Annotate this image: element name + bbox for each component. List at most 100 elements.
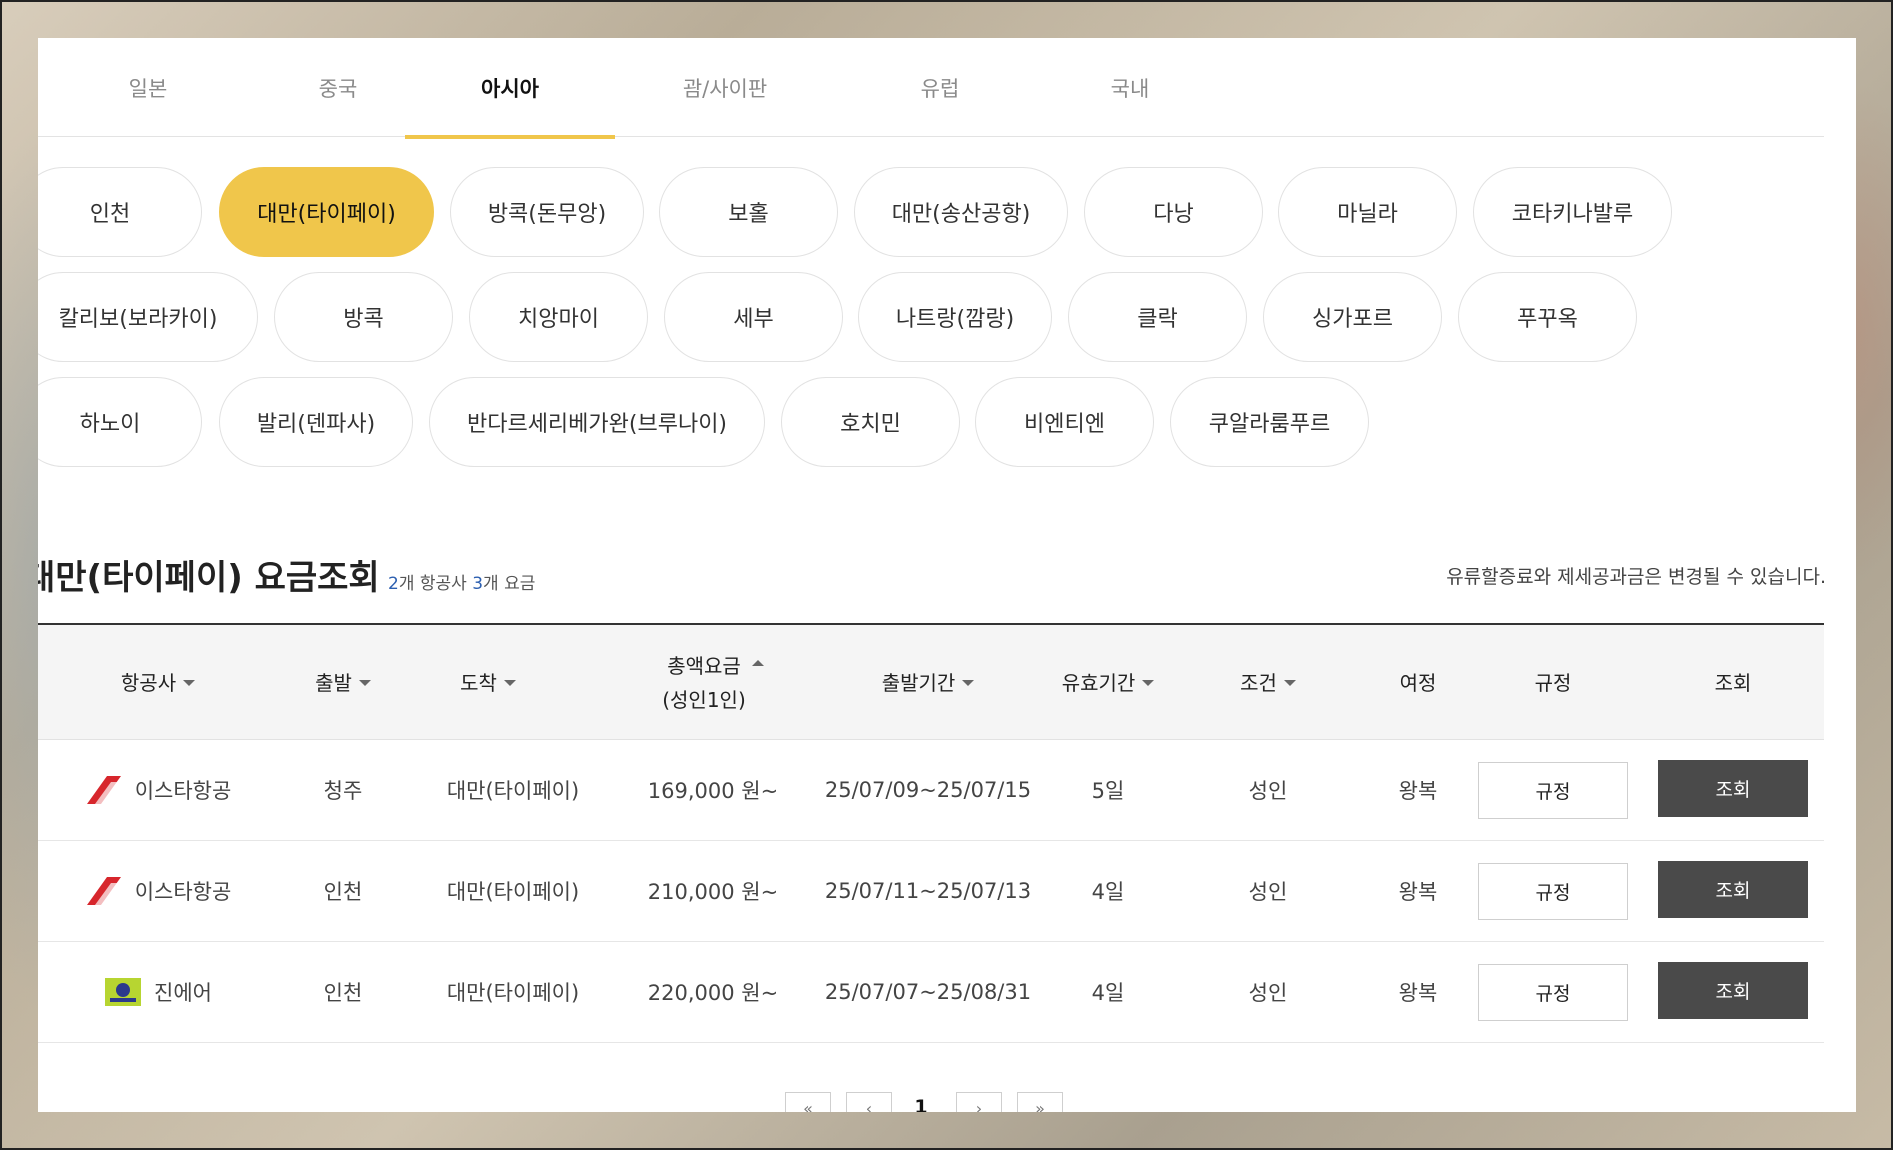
fare-cell: 169,000 원~ — [647, 779, 779, 803]
header-label: 조건 — [1240, 670, 1277, 695]
fare-panel: 일본 중국 아시아 괌/사이판 유럽 국내 인천 대만(타이페이) 방콕(돈무앙… — [38, 38, 1856, 1112]
condition-cell: 성인 — [1248, 981, 1288, 1005]
city-chip[interactable]: 싱가포르 — [1263, 272, 1442, 362]
departure-cell: 청주 — [323, 779, 363, 803]
total-fare-header: 총액요금 (성인1인) — [662, 649, 746, 717]
view-button[interactable]: 조회 — [1658, 962, 1808, 1019]
caret-down-icon — [1142, 679, 1155, 686]
header-label: 도착 — [460, 670, 497, 695]
city-chip[interactable]: 발리(덴파사) — [219, 377, 413, 467]
tab-domestic[interactable]: 국내 — [1025, 38, 1235, 137]
sort-validity[interactable]: 유효기간 — [1038, 625, 1178, 740]
sort-condition[interactable]: 조건 — [1208, 625, 1328, 740]
jin-air-logo-icon — [105, 978, 142, 1006]
fare-count-label: 개 요금 — [483, 574, 536, 594]
sort-airline[interactable]: 항공사 — [78, 625, 238, 740]
arrival-cell: 대만(타이페이) — [446, 779, 580, 803]
header-label: 유효기간 — [1061, 670, 1136, 695]
table-row: 이스타항공 청주 대만(타이페이) 169,000 원~ 25/07/09~25… — [38, 740, 1824, 841]
page-prev-button[interactable]: ‹ — [846, 1092, 892, 1112]
view-button[interactable]: 조회 — [1658, 861, 1808, 918]
fare-cell: 220,000 원~ — [647, 981, 779, 1005]
caret-down-icon — [962, 679, 975, 686]
caret-up-icon — [751, 659, 764, 666]
header-sublabel: (성인1인) — [662, 687, 746, 712]
city-chip[interactable]: 비엔티엔 — [975, 377, 1154, 467]
header-label: 항공사 — [120, 670, 177, 695]
city-chip[interactable]: 다낭 — [1084, 167, 1263, 257]
caret-down-icon — [503, 679, 516, 686]
rule-button[interactable]: 규정 — [1478, 863, 1628, 920]
page-last-button[interactable]: » — [1017, 1092, 1063, 1112]
airline-count-label: 개 항공사 — [398, 574, 473, 594]
page-first-button[interactable]: « — [785, 1092, 831, 1112]
sort-arrival[interactable]: 도착 — [433, 625, 543, 740]
city-chip[interactable]: 반다르세리베가완(브루나이) — [429, 377, 765, 467]
departure-cell: 인천 — [323, 981, 363, 1005]
page-next-button[interactable]: › — [956, 1092, 1002, 1112]
airline-name: 이스타항공 — [134, 880, 232, 904]
city-chip[interactable]: 마닐라 — [1278, 167, 1457, 257]
city-chip[interactable]: 방콕 — [274, 272, 453, 362]
fare-notice: 유류할증료와 제세공과금은 변경될 수 있습니다. — [1446, 566, 1826, 588]
table-row: 이스타항공 인천 대만(타이페이) 210,000 원~ 25/07/11~25… — [38, 841, 1824, 942]
sort-departure[interactable]: 출발 — [288, 625, 398, 740]
header-label: 출발기간 — [881, 670, 956, 695]
airline-cell: 진에어 — [78, 942, 238, 1042]
airline-cell: 이스타항공 — [78, 740, 238, 840]
fare-cell: 210,000 원~ — [647, 880, 779, 904]
tab-europe[interactable]: 유럽 — [835, 38, 1045, 137]
city-chip[interactable]: 푸꾸옥 — [1458, 272, 1637, 362]
city-chip[interactable]: 칼리보(보라카이) — [38, 272, 258, 362]
airline-count: 2 — [388, 574, 399, 594]
period-cell: 25/07/09~25/07/15 — [824, 778, 1032, 802]
city-chip[interactable]: 인천 — [38, 167, 202, 257]
tab-asia[interactable]: 아시아 — [405, 38, 615, 139]
city-chip[interactable]: 대만(송산공항) — [854, 167, 1068, 257]
fare-table: 항공사 출발 도착 총액요금 (성인1인) 출발기간 유효기간 조건 여정 규정 … — [38, 623, 1824, 1043]
city-chip[interactable]: 호치민 — [781, 377, 960, 467]
departure-cell: 인천 — [323, 880, 363, 904]
city-chip[interactable]: 세부 — [664, 272, 843, 362]
header-itinerary: 여정 — [1399, 670, 1437, 695]
tab-japan[interactable]: 일본 — [43, 38, 253, 137]
caret-down-icon — [358, 679, 371, 686]
caret-down-icon — [183, 679, 196, 686]
rule-button[interactable]: 규정 — [1478, 762, 1628, 819]
city-chip[interactable]: 나트랑(깜랑) — [858, 272, 1052, 362]
itinerary-cell: 왕복 — [1398, 779, 1438, 803]
city-chip[interactable]: 코타키나발루 — [1473, 167, 1672, 257]
fare-count: 3 — [472, 574, 484, 594]
arrival-cell: 대만(타이페이) — [446, 880, 580, 904]
header-rule: 규정 — [1534, 670, 1572, 695]
table-row: 진에어 인천 대만(타이페이) 220,000 원~ 25/07/07~25/0… — [38, 942, 1824, 1043]
header-label: 출발 — [315, 670, 352, 695]
sort-total-fare[interactable]: 총액요금 (성인1인) — [628, 625, 798, 740]
period-cell: 25/07/07~25/08/31 — [824, 980, 1032, 1004]
airline-cell: 이스타항공 — [78, 841, 238, 941]
city-chip-selected[interactable]: 대만(타이페이) — [219, 167, 434, 257]
tab-guam-saipan[interactable]: 괌/사이판 — [620, 38, 830, 137]
airline-name: 이스타항공 — [134, 779, 232, 803]
city-chip[interactable]: 치앙마이 — [469, 272, 648, 362]
condition-cell: 성인 — [1248, 880, 1288, 904]
city-chip[interactable]: 방콕(돈무앙) — [450, 167, 644, 257]
city-chip[interactable]: 보홀 — [659, 167, 838, 257]
city-chip[interactable]: 쿠알라룸푸르 — [1170, 377, 1369, 467]
view-button[interactable]: 조회 — [1658, 760, 1808, 817]
sort-departure-period[interactable]: 출발기간 — [828, 625, 1028, 740]
eastar-jet-logo-icon — [86, 877, 121, 905]
header-view: 조회 — [1714, 670, 1752, 695]
validity-cell: 4일 — [1091, 981, 1125, 1005]
itinerary-cell: 왕복 — [1398, 981, 1438, 1005]
fare-result-count: 2개 항공사 3개 요금 — [388, 569, 535, 594]
validity-cell: 4일 — [1091, 880, 1125, 904]
condition-cell: 성인 — [1248, 779, 1288, 803]
rule-button[interactable]: 규정 — [1478, 964, 1628, 1021]
city-chip[interactable]: 클락 — [1068, 272, 1247, 362]
region-tabs: 일본 중국 아시아 괌/사이판 유럽 국내 — [38, 38, 1824, 139]
itinerary-cell: 왕복 — [1398, 880, 1438, 904]
city-chip[interactable]: 하노이 — [38, 377, 202, 467]
header-label: 총액요금 — [667, 653, 741, 678]
page-current[interactable]: 1 — [906, 1092, 936, 1112]
